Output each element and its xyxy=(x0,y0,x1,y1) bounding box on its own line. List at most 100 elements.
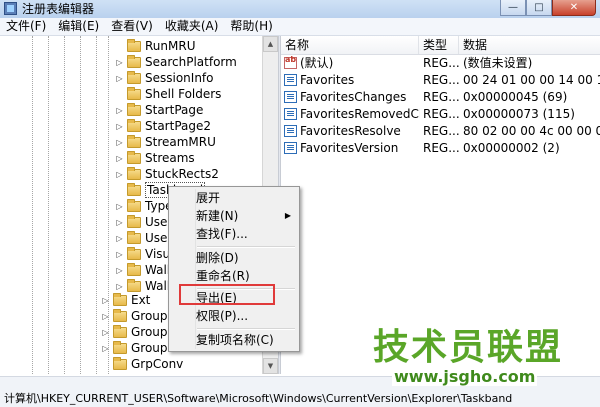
tree-item[interactable]: ▷ Group P xyxy=(101,340,179,356)
close-button[interactable]: ✕ xyxy=(552,0,596,16)
expand-arrow-icon[interactable]: ▷ xyxy=(115,234,124,243)
folder-icon xyxy=(127,214,141,228)
folder-icon xyxy=(113,308,127,322)
value-name: FavoritesVersion xyxy=(300,141,399,155)
value-type: REG... xyxy=(423,107,459,121)
expand-arrow-icon[interactable]: ▷ xyxy=(115,250,124,259)
expand-arrow-icon[interactable]: ▷ xyxy=(115,106,124,115)
menu-item-expand[interactable]: 展开 xyxy=(171,189,297,207)
expand-arrow-icon[interactable]: ▷ xyxy=(115,122,124,131)
expand-arrow-icon[interactable]: ▷ xyxy=(115,74,124,83)
value-type: REG... xyxy=(423,141,459,155)
context-menu: 展开 新建(N) ▶ 查找(F)... 删除(D) 重命名(R) 导出(E) 权… xyxy=(168,186,300,352)
value-row[interactable]: FavoritesVersion REG... 0x00000002 (2) xyxy=(281,140,600,157)
expand-arrow-icon[interactable]: ▷ xyxy=(115,138,124,147)
minimize-button[interactable]: — xyxy=(500,0,526,16)
column-header-type[interactable]: 类型 xyxy=(419,36,459,54)
expand-arrow-icon[interactable]: ▷ xyxy=(115,154,124,163)
expand-arrow-icon[interactable]: ▷ xyxy=(115,218,124,227)
tree-item-label: StartPage2 xyxy=(145,119,211,133)
tree-guide-line xyxy=(64,36,65,374)
value-row[interactable]: (默认) REG... (数值未设置) xyxy=(281,55,600,72)
expand-arrow-icon[interactable]: ▷ xyxy=(101,328,110,337)
value-name: (默认) xyxy=(300,56,334,70)
tree-item[interactable]: ▷ SearchPlatform xyxy=(115,54,237,70)
value-data: 0x00000045 (69) xyxy=(463,90,568,104)
expand-arrow-icon[interactable]: ▷ xyxy=(115,282,124,291)
menu-favorites[interactable]: 收藏夹(A) xyxy=(159,18,225,35)
tree-item[interactable]: ▷ StreamMRU xyxy=(115,134,216,150)
value-type: REG... xyxy=(423,124,459,138)
value-row[interactable]: FavoritesChanges REG... 0x00000045 (69) xyxy=(281,89,600,106)
tree-item[interactable]: Shell Folders xyxy=(115,86,221,102)
menu-item-find[interactable]: 查找(F)... xyxy=(171,225,297,243)
expand-arrow-icon[interactable]: ▷ xyxy=(115,170,124,179)
maximize-button[interactable]: □ xyxy=(526,0,552,16)
folder-icon xyxy=(113,340,127,354)
expand-arrow-icon[interactable]: ▷ xyxy=(101,312,110,321)
list-header: 名称 类型 数据 xyxy=(281,36,600,55)
tree-item[interactable]: ▷ Group P xyxy=(101,324,179,340)
value-name: FavoritesChanges xyxy=(300,90,407,104)
tree-item[interactable]: ▷ User xyxy=(115,214,172,230)
value-row[interactable]: Favorites REG... 00 24 01 00 00 14 00 1f… xyxy=(281,72,600,89)
folder-icon xyxy=(127,230,141,244)
menu-view[interactable]: 查看(V) xyxy=(105,18,159,35)
tree-item-label: StuckRects2 xyxy=(145,167,219,181)
tree-item-label: GrpConv xyxy=(131,357,184,371)
value-data: (数值未设置) xyxy=(463,56,533,70)
tree-item[interactable]: ▷ Ext xyxy=(101,292,150,308)
tree-item[interactable]: RunMRU xyxy=(115,38,195,54)
folder-icon xyxy=(127,102,141,116)
folder-icon xyxy=(127,198,141,212)
value-row[interactable]: FavoritesRemovedChan... REG... 0x0000007… xyxy=(281,106,600,123)
tree-item[interactable]: ▷ SessionInfo xyxy=(115,70,214,86)
menu-item-copy-key-name[interactable]: 复制项名称(C) xyxy=(171,331,297,349)
binary-value-icon xyxy=(284,74,297,86)
tree-item-label: StartPage xyxy=(145,103,204,117)
expand-arrow-icon[interactable]: ▷ xyxy=(101,296,110,305)
expand-arrow-icon[interactable]: ▷ xyxy=(115,58,124,67)
value-type: REG... xyxy=(423,73,459,87)
folder-icon xyxy=(127,278,141,292)
menu-item-delete[interactable]: 删除(D) xyxy=(171,249,297,267)
tree-item[interactable]: GrpConv xyxy=(101,356,183,372)
tree-guide-line xyxy=(48,36,49,374)
expand-arrow-icon[interactable]: ▷ xyxy=(115,202,124,211)
menu-edit[interactable]: 编辑(E) xyxy=(52,18,105,35)
menu-item-permissions[interactable]: 权限(P)... xyxy=(171,307,297,325)
tree-guide-line xyxy=(96,36,97,374)
column-header-data[interactable]: 数据 xyxy=(459,36,600,54)
menu-item-rename[interactable]: 重命名(R) xyxy=(171,267,297,285)
submenu-arrow-icon: ▶ xyxy=(284,211,291,220)
column-header-name[interactable]: 名称 xyxy=(281,36,419,54)
registry-path: 计算机\HKEY_CURRENT_USER\Software\Microsoft… xyxy=(4,392,513,405)
value-data: 0x00000002 (2) xyxy=(463,141,560,155)
tree-item[interactable]: ▷ StartPage xyxy=(115,102,203,118)
folder-icon xyxy=(127,86,141,100)
tree-item[interactable]: ▷ Streams xyxy=(115,150,195,166)
scroll-up-arrow-icon[interactable]: ▲ xyxy=(263,36,278,52)
folder-icon xyxy=(127,262,141,276)
scroll-down-arrow-icon[interactable]: ▼ xyxy=(263,358,278,374)
menu-file[interactable]: 文件(F) xyxy=(0,18,52,35)
expand-arrow-icon[interactable]: ▷ xyxy=(115,266,124,275)
string-value-icon xyxy=(284,55,297,69)
menu-item-new-label: 新建(N) xyxy=(196,209,239,223)
tree-item[interactable]: ▷ StuckRects2 xyxy=(115,166,219,182)
tree-item[interactable]: ▷ Type xyxy=(115,198,173,214)
menu-help[interactable]: 帮助(H) xyxy=(224,18,278,35)
folder-icon xyxy=(113,324,127,338)
title-bar: 注册表编辑器 — □ ✕ xyxy=(0,0,600,19)
tree-item-label: StreamMRU xyxy=(145,135,216,149)
value-row[interactable]: FavoritesResolve REG... 80 02 00 00 4c 0… xyxy=(281,123,600,140)
folder-icon xyxy=(127,246,141,260)
menu-item-new[interactable]: 新建(N) ▶ xyxy=(171,207,297,225)
tree-item-label: Streams xyxy=(145,151,195,165)
tree-item[interactable]: ▷ User xyxy=(115,230,172,246)
tree-item[interactable]: ▷ StartPage2 xyxy=(115,118,211,134)
expand-arrow-icon[interactable]: ▷ xyxy=(101,344,110,353)
tree-item[interactable]: ▷ Group P xyxy=(101,308,179,324)
value-name: FavoritesRemovedChan... xyxy=(300,107,420,121)
window-title: 注册表编辑器 xyxy=(22,2,95,16)
